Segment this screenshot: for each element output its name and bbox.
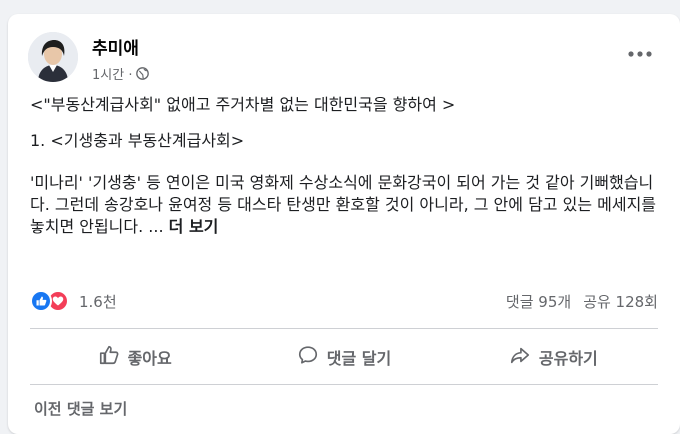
post-header: 추미애 1시간 ·: [8, 14, 680, 94]
post-body: <"부동산계급사회" 없애고 주거차별 없는 대한민국을 향하여 > 1. <기…: [30, 94, 666, 238]
comment-bubble-icon: [297, 344, 319, 370]
view-previous-comments-link[interactable]: 이전 댓글 보기: [34, 398, 127, 419]
divider-bottom: [30, 384, 658, 385]
post-subtitle-line: 1. <기생충과 부동산계급사회>: [30, 131, 245, 150]
avatar[interactable]: [28, 32, 78, 82]
share-arrow-icon: [509, 344, 531, 370]
engagement-counts: 댓글 95개 공유 128회: [506, 291, 658, 312]
action-bar: 좋아요 댓글 달기 공유하기: [30, 336, 658, 378]
share-button-label: 공유하기: [538, 349, 598, 368]
author-name[interactable]: 추미애: [92, 34, 139, 59]
comment-button-label: 댓글 달기: [326, 349, 392, 368]
reaction-icons[interactable]: [30, 290, 69, 312]
like-button[interactable]: 좋아요: [30, 336, 239, 378]
more-options-icon[interactable]: [626, 44, 654, 64]
share-button[interactable]: 공유하기: [449, 336, 658, 378]
post-time[interactable]: 1시간 ·: [92, 64, 132, 83]
share-count[interactable]: 공유 128회: [583, 291, 658, 312]
reaction-count[interactable]: 1.6천: [79, 291, 117, 312]
post-card: 추미애 1시간 · <"부동산계급사회" 없애고 주거차별 없는 대한민국을 향…: [8, 14, 680, 434]
reaction-bar: 1.6천 댓글 95개 공유 128회: [30, 286, 658, 316]
post-meta: 1시간 ·: [92, 64, 150, 83]
post-paragraph: '미나리' '기생충' 등 연이은 미국 영화제 수상소식에 문화강국이 되어 …: [30, 172, 666, 238]
like-button-label: 좋아요: [127, 349, 172, 368]
thumbs-up-icon: [98, 344, 120, 370]
like-reaction-icon: [30, 290, 52, 312]
post-title-line: <"부동산계급사회" 없애고 주거차별 없는 대한민국을 향하여 >: [30, 95, 456, 114]
avatar-image: [28, 32, 78, 82]
comment-count[interactable]: 댓글 95개: [506, 291, 571, 312]
globe-icon: [136, 67, 150, 80]
divider-top: [30, 328, 658, 329]
see-more-link[interactable]: 더 보기: [169, 217, 219, 236]
post-paragraph-text: '미나리' '기생충' 등 연이은 미국 영화제 수상소식에 문화강국이 되어 …: [30, 173, 657, 236]
comment-button[interactable]: 댓글 달기: [239, 336, 448, 378]
